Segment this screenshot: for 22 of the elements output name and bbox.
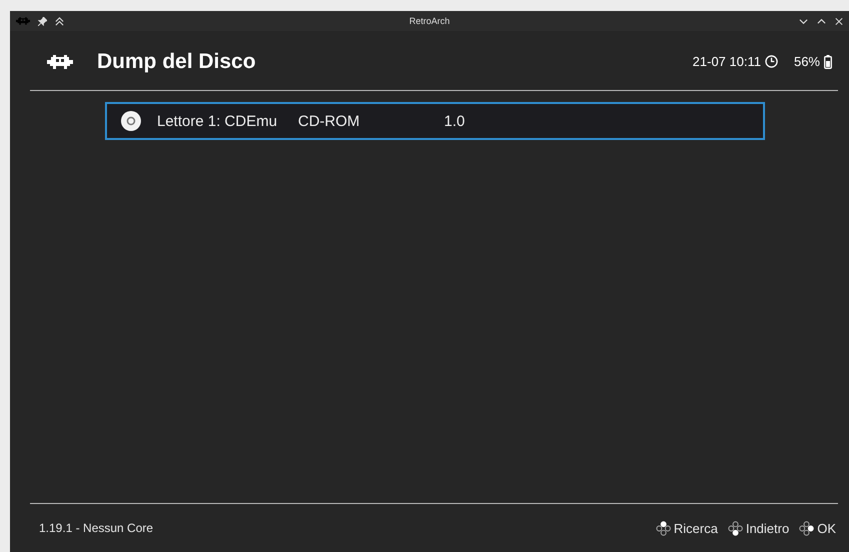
invader-logo-icon xyxy=(47,54,73,68)
window-title: RetroArch xyxy=(409,16,450,26)
gamepad-buttons-icon xyxy=(728,520,743,536)
app-icon xyxy=(16,17,30,25)
gamepad-buttons-icon xyxy=(656,520,671,536)
hint-label: Ricerca xyxy=(674,520,718,536)
disc-drive-item[interactable]: Lettore 1: CDEmu CD-ROM 1.0 xyxy=(105,102,765,140)
close-icon[interactable] xyxy=(835,16,843,26)
maximize-icon[interactable] xyxy=(817,16,826,26)
hint-label: Indietro xyxy=(746,520,790,536)
clock-icon xyxy=(764,55,778,68)
minimize-icon[interactable] xyxy=(799,16,808,26)
battery-icon xyxy=(824,54,832,68)
disc-icon xyxy=(121,111,141,131)
double-chevron-up-icon[interactable] xyxy=(55,16,64,26)
page-title: Dump del Disco xyxy=(97,50,256,74)
pin-icon[interactable] xyxy=(38,16,47,26)
version-text: 1.19.1 - Nessun Core xyxy=(39,521,154,535)
hint-label: OK xyxy=(817,520,836,536)
gamepad-buttons-icon xyxy=(799,520,814,536)
battery-text: 56% xyxy=(794,54,820,69)
clock-text: 21-07 10:11 xyxy=(692,54,761,69)
